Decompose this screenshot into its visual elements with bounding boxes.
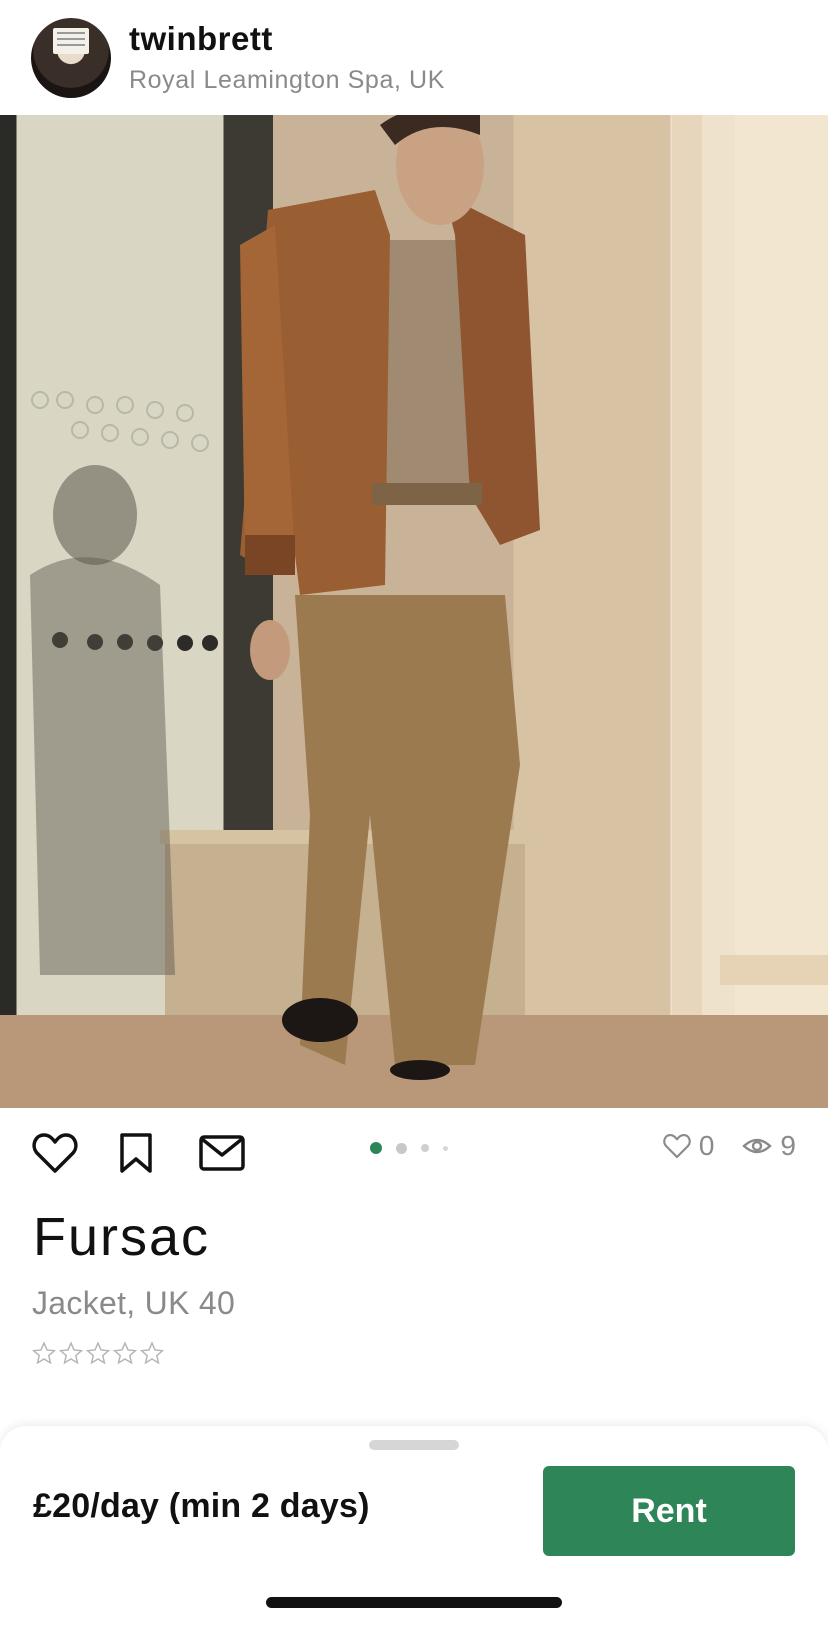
carousel-dot[interactable] <box>396 1142 407 1154</box>
like-button[interactable] <box>30 1128 80 1178</box>
star-outline-icon <box>58 1341 84 1365</box>
heart-small-icon <box>663 1133 691 1159</box>
bookmark-outline-icon <box>120 1133 152 1173</box>
item-category-size: Jacket, UK 40 <box>32 1285 236 1321</box>
listing-header: twinbrett Royal Leamington Spa, UK <box>0 0 828 115</box>
star-outline-icon <box>112 1341 138 1365</box>
listing-stats: 0 9 <box>663 1126 796 1166</box>
avatar-sign-graphic <box>53 28 89 54</box>
photo-illustration <box>0 115 828 1108</box>
likes-count: 0 <box>663 1130 715 1162</box>
carousel-dot[interactable] <box>421 1144 429 1152</box>
item-brand: Fursac <box>33 1207 211 1267</box>
rent-bottom-sheet: £20/day (min 2 days) Rent <box>0 1426 828 1626</box>
sheet-drag-handle[interactable] <box>369 1440 459 1450</box>
views-count: 9 <box>742 1130 796 1162</box>
heart-outline-icon <box>32 1133 78 1173</box>
star-outline-icon <box>85 1341 111 1365</box>
user-avatar[interactable] <box>31 18 111 98</box>
star-outline-icon <box>31 1341 57 1365</box>
rating-stars <box>31 1341 165 1366</box>
username[interactable]: twinbrett <box>129 20 273 58</box>
envelope-icon <box>199 1135 245 1171</box>
eye-icon <box>742 1138 773 1154</box>
home-indicator[interactable] <box>266 1597 562 1608</box>
carousel-dot-active[interactable] <box>370 1142 382 1154</box>
carousel-dot[interactable] <box>443 1145 448 1151</box>
rental-price: £20/day (min 2 days) <box>33 1487 370 1525</box>
save-button[interactable] <box>111 1128 161 1178</box>
rent-button[interactable]: Rent <box>543 1466 795 1556</box>
views-value: 9 <box>780 1130 796 1161</box>
likes-value: 0 <box>698 1130 715 1161</box>
star-outline-icon <box>139 1341 165 1365</box>
user-location: Royal Leamington Spa, UK <box>129 66 445 94</box>
carousel-indicator <box>370 1140 462 1156</box>
product-photo[interactable] <box>0 115 828 1108</box>
message-button[interactable] <box>197 1128 247 1178</box>
